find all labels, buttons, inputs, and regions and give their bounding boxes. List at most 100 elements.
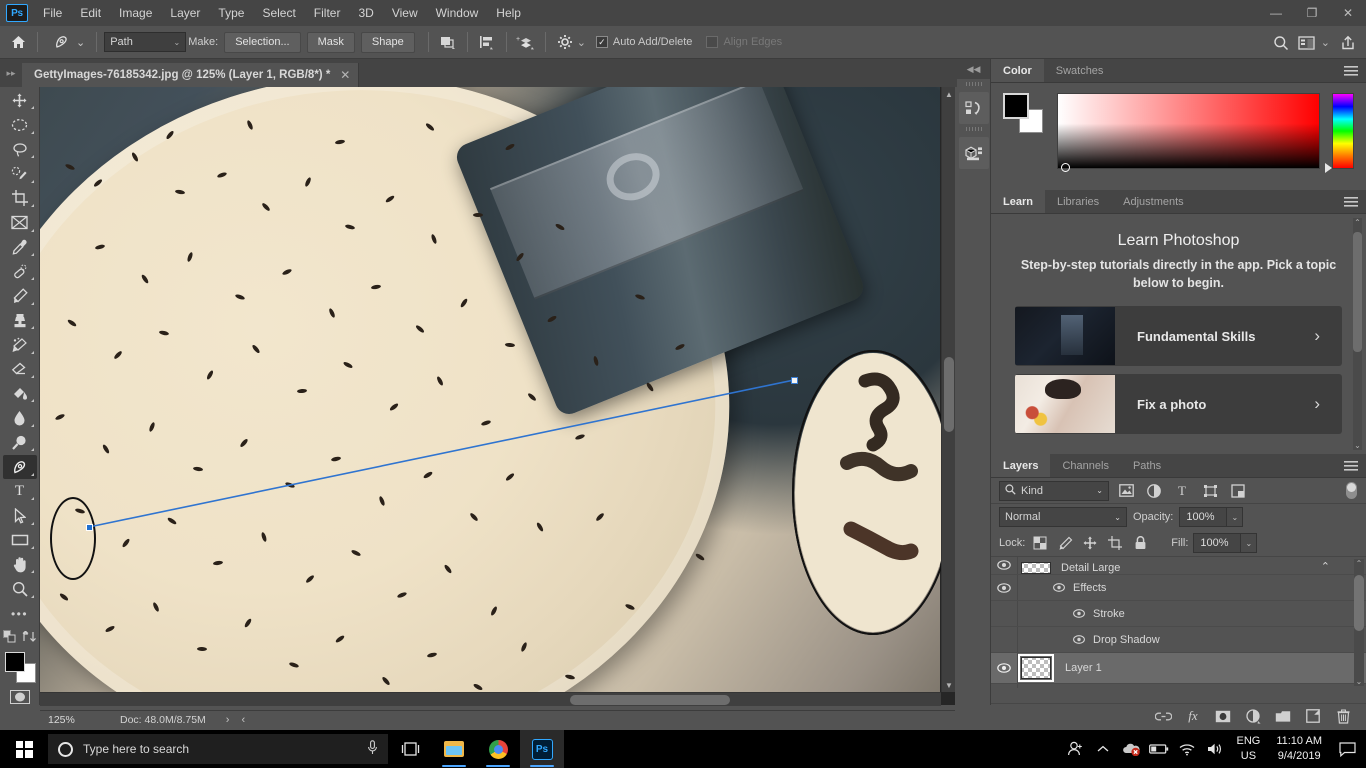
path-arrangement-icon[interactable]: + [514, 30, 538, 54]
volume-icon[interactable] [1202, 730, 1228, 768]
layer-name[interactable]: Drop Shadow [1093, 634, 1160, 646]
path-selection-tool[interactable] [3, 504, 37, 527]
menu-type[interactable]: Type [209, 2, 253, 24]
make-selection-button[interactable]: Selection... [224, 31, 301, 53]
tool-preset-picker[interactable]: ⌄ [45, 30, 89, 54]
panel-menu-icon[interactable] [1344, 190, 1358, 214]
link-layers-icon[interactable] [1154, 707, 1172, 725]
path-anchor-selected[interactable] [86, 524, 93, 531]
filter-enable-toggle[interactable] [1345, 481, 1358, 501]
pen-tool[interactable] [2, 455, 37, 479]
hue-slider-marker[interactable] [1325, 163, 1332, 173]
properties-panel-icon[interactable] [958, 137, 989, 169]
tab-learn[interactable]: Learn [991, 190, 1045, 213]
menu-layer[interactable]: Layer [161, 2, 209, 24]
canvas-area[interactable] [40, 87, 955, 705]
tab-color[interactable]: Color [991, 59, 1044, 82]
blur-tool[interactable] [3, 406, 37, 429]
hand-tool[interactable] [3, 553, 37, 576]
path-operations-icon[interactable] [436, 30, 460, 54]
vertical-scroll-thumb[interactable] [944, 357, 954, 432]
menu-edit[interactable]: Edit [71, 2, 110, 24]
gear-icon[interactable] [553, 30, 577, 54]
layer-thumbnail[interactable] [1021, 562, 1051, 574]
table-row[interactable]: Detail Large ⌃ [991, 557, 1366, 575]
lock-position-icon[interactable] [1080, 533, 1100, 553]
scroll-up-icon[interactable]: ▲ [942, 87, 956, 101]
make-mask-button[interactable]: Mask [306, 31, 355, 53]
quick-selection-tool[interactable] [3, 162, 37, 185]
document-tab[interactable]: GettyImages-76185342.jpg @ 125% (Layer 1… [22, 63, 360, 87]
effect-visibility-icon[interactable] [1071, 609, 1087, 618]
delete-layer-icon[interactable] [1334, 707, 1352, 725]
people-icon[interactable] [1062, 730, 1088, 768]
file-explorer-icon[interactable] [432, 730, 476, 768]
lock-artboard-nesting-icon[interactable] [1105, 533, 1125, 553]
eyedropper-tool[interactable] [3, 236, 37, 259]
tab-channels[interactable]: Channels [1050, 454, 1120, 477]
status-prev-icon[interactable]: ‹ [241, 714, 245, 726]
minimize-button[interactable]: — [1258, 0, 1294, 26]
align-edges-checkbox[interactable]: ✓ Align Edges [706, 36, 782, 48]
layer-thumbnail[interactable] [1018, 654, 1054, 682]
brush-tool[interactable] [3, 284, 37, 307]
path-mode-dropdown[interactable]: Path ⌄ [104, 32, 187, 52]
close-button[interactable]: ✕ [1330, 0, 1366, 26]
canvas-vertical-scrollbar[interactable]: ▲ ▼ [941, 87, 955, 692]
layer-visibility-icon[interactable] [991, 575, 1017, 601]
gradient-tool[interactable] [3, 382, 37, 405]
foreground-color-swatch[interactable] [4, 652, 25, 673]
opacity-value[interactable]: 100% [1179, 507, 1228, 527]
color-ramp-picker[interactable] [1061, 163, 1070, 172]
layer-visibility-icon[interactable] [991, 601, 1017, 627]
menu-3d[interactable]: 3D [349, 2, 382, 24]
table-row[interactable]: Drop Shadow [991, 627, 1366, 653]
table-row[interactable]: Layer 1 [991, 653, 1366, 684]
make-shape-button[interactable]: Shape [360, 31, 415, 53]
auto-add-delete-checkbox[interactable]: ✓ Auto Add/Delete [595, 36, 692, 48]
color-panel-foreground-swatch[interactable] [1003, 93, 1029, 119]
filter-pixel-icon[interactable] [1115, 481, 1137, 501]
clock[interactable]: 11:10 AM 9/4/2019 [1268, 734, 1330, 764]
home-icon[interactable] [6, 30, 30, 54]
layer-style-icon[interactable]: fx [1184, 707, 1202, 725]
horizontal-scroll-thumb[interactable] [570, 695, 730, 705]
search-icon[interactable] [1269, 31, 1293, 55]
rectangle-tool[interactable] [3, 529, 37, 552]
layer-visibility-icon[interactable] [991, 557, 1017, 574]
collapse-panel-icon[interactable]: ▸▸ [0, 59, 22, 87]
tab-adjustments[interactable]: Adjustments [1111, 190, 1196, 213]
layer-effects-group[interactable]: Effects [1017, 582, 1106, 594]
lock-all-icon[interactable] [1130, 533, 1150, 553]
panel-menu-icon[interactable] [1344, 454, 1358, 478]
windows-start-icon[interactable] [0, 730, 48, 768]
learn-card-fundamental-skills[interactable]: Fundamental Skills › [1015, 306, 1342, 367]
learn-panel-scrollbar[interactable]: ⌃ ⌄ [1353, 218, 1362, 450]
blend-mode-dropdown[interactable]: Normal ⌄ [999, 507, 1127, 527]
filter-smart-object-icon[interactable] [1227, 481, 1249, 501]
panel-menu-icon[interactable] [1344, 59, 1358, 83]
lasso-tool[interactable] [3, 138, 37, 161]
color-ramp[interactable] [1057, 93, 1320, 172]
learn-scroll-thumb[interactable] [1353, 232, 1362, 352]
new-group-icon[interactable] [1274, 707, 1292, 725]
menu-help[interactable]: Help [487, 2, 530, 24]
eraser-tool[interactable] [3, 358, 37, 381]
scroll-up-icon[interactable]: ⌃ [1353, 218, 1362, 227]
effect-visibility-icon[interactable] [1071, 635, 1087, 644]
layer-visibility-icon[interactable] [991, 653, 1017, 684]
new-layer-icon[interactable] [1304, 707, 1322, 725]
restore-button[interactable]: ❐ [1294, 0, 1330, 26]
chevron-down-icon[interactable]: ⌄ [1321, 36, 1330, 49]
layer-name[interactable]: Detail Large [1061, 562, 1120, 574]
scroll-down-icon[interactable]: ▼ [942, 678, 956, 692]
tab-swatches[interactable]: Swatches [1044, 59, 1116, 82]
layer-effect-stroke[interactable]: Stroke [1017, 608, 1125, 620]
dodge-tool[interactable] [3, 431, 37, 454]
canvas-horizontal-scrollbar[interactable] [40, 692, 941, 706]
onedrive-error-icon[interactable] [1118, 730, 1144, 768]
show-hidden-icons-chevron[interactable] [1090, 730, 1116, 768]
lock-transparent-pixels-icon[interactable] [1030, 533, 1050, 553]
clone-stamp-tool[interactable] [3, 309, 37, 332]
layer-effects-toggle-icon[interactable]: ⌃ [1321, 560, 1330, 573]
